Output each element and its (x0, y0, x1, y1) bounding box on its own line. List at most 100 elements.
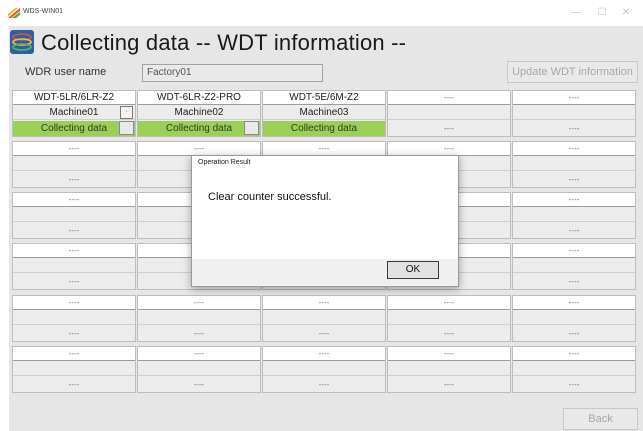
wdt-cell[interactable]: ---- ---- (12, 192, 136, 239)
status-label: ---- (193, 380, 205, 389)
status-label: ---- (568, 329, 580, 338)
status-label: ---- (568, 175, 580, 184)
wdt-model-label: ---- (138, 296, 260, 310)
status-label: ---- (68, 277, 80, 286)
wdt-cell[interactable]: ---- ---- (512, 192, 636, 239)
wdt-cell[interactable]: ---- ---- (512, 243, 636, 290)
status-label: ---- (568, 277, 580, 286)
status-label: ---- (68, 175, 80, 184)
wdt-model-label: ---- (13, 142, 135, 156)
app-icon (8, 8, 20, 18)
status-badge: Collecting data (13, 121, 135, 136)
wdt-cell[interactable]: ---- ---- (512, 90, 636, 137)
wdt-model-label: ---- (263, 296, 385, 310)
operation-result-dialog: Operation Result Clear counter successfu… (191, 155, 459, 287)
status-label: ---- (568, 124, 580, 133)
user-name-field[interactable]: Factory01 (142, 64, 323, 82)
machine-name-label (388, 106, 510, 120)
machine-name-label (513, 362, 635, 376)
back-button[interactable]: Back (563, 408, 638, 430)
wdt-model-label: ---- (513, 296, 635, 310)
wdt-cell[interactable]: ---- ---- (387, 295, 511, 342)
machine-name-label (388, 362, 510, 376)
wdt-model-label: ---- (13, 244, 135, 258)
status-label: ---- (443, 329, 455, 338)
status-action-button[interactable] (244, 121, 259, 135)
wdt-cell[interactable]: ---- ---- (137, 295, 261, 342)
wdt-model-label: WDT-5E/6M-Z2 (263, 91, 385, 105)
wdt-cell[interactable]: ---- ---- (12, 243, 136, 290)
status-label: ---- (318, 380, 330, 389)
wdt-model-label: ---- (138, 142, 260, 156)
wdt-model-label: ---- (388, 91, 510, 105)
wdt-logo-icon (10, 30, 34, 54)
machine-name-label (263, 311, 385, 325)
machine-edit-button[interactable]: · (120, 106, 133, 119)
machine-name-label (513, 259, 635, 273)
wdt-cell[interactable]: ---- ---- (512, 346, 636, 393)
wdt-model-label: WDT-6LR-Z2-PRO (138, 91, 260, 105)
machine-name-label (13, 259, 135, 273)
user-name-label: WDR user name (25, 66, 107, 78)
wdt-model-label: ---- (388, 142, 510, 156)
status-action-button[interactable] (119, 121, 134, 135)
machine-name-label (138, 362, 260, 376)
close-button[interactable]: ✕ (616, 5, 636, 21)
status-label: ---- (68, 329, 80, 338)
machine-name-label (13, 311, 135, 325)
machine-name-label: Machine01 (13, 106, 135, 120)
wdt-cell[interactable]: ---- ---- (12, 346, 136, 393)
wdt-model-label: ---- (138, 347, 260, 361)
wdt-model-label: ---- (13, 347, 135, 361)
wdt-cell[interactable]: WDT-5E/6M-Z2 Machine03 Collecting data (262, 90, 386, 137)
wdt-cell[interactable]: ---- ---- (387, 346, 511, 393)
wdt-cell[interactable]: ---- ---- (387, 90, 511, 137)
wdt-cell[interactable]: ---- ---- (137, 346, 261, 393)
wdt-cell[interactable]: ---- ---- (262, 346, 386, 393)
status-label: ---- (68, 226, 80, 235)
wdt-model-label: WDT-5LR/6LR-Z2 (13, 91, 135, 105)
wdt-cell[interactable]: WDT-6LR-Z2-PRO Machine02 Collecting data (137, 90, 261, 137)
machine-name-label (513, 106, 635, 120)
wdt-model-label: ---- (13, 193, 135, 207)
wdt-model-label: ---- (263, 142, 385, 156)
minimize-button[interactable]: — (566, 5, 586, 21)
machine-name-label (513, 208, 635, 222)
wdt-model-label: ---- (513, 91, 635, 105)
machine-name-label (13, 208, 135, 222)
page-title: Collecting data -- WDT information -- (41, 30, 407, 55)
maximize-button[interactable]: ☐ (592, 5, 612, 21)
status-label: ---- (68, 380, 80, 389)
update-wdt-information-button[interactable]: Update WDT information (507, 61, 638, 83)
status-badge: Collecting data (263, 121, 385, 136)
wdt-cell[interactable]: ---- ---- (12, 141, 136, 188)
machine-name-label: Machine02 (138, 106, 260, 120)
wdt-model-label: ---- (263, 347, 385, 361)
wdt-model-label: ---- (513, 142, 635, 156)
wdt-model-label: ---- (513, 244, 635, 258)
window-title: WDS-WIN01 (23, 8, 64, 15)
status-label: ---- (568, 380, 580, 389)
wdt-model-label: ---- (13, 296, 135, 310)
ok-button[interactable]: OK (387, 261, 439, 279)
machine-name-label (388, 311, 510, 325)
status-label: ---- (443, 124, 455, 133)
wdt-cell[interactable]: ---- ---- (512, 295, 636, 342)
wdt-cell[interactable]: ---- ---- (512, 141, 636, 188)
machine-name-label: Machine03 (263, 106, 385, 120)
wdt-cell[interactable]: WDT-5LR/6LR-Z2 Machine01 · Collecting da… (12, 90, 136, 137)
wdt-model-label: ---- (388, 347, 510, 361)
machine-name-label (263, 362, 385, 376)
machine-name-label (513, 311, 635, 325)
machine-name-label (13, 157, 135, 171)
status-label: ---- (318, 329, 330, 338)
wdt-model-label: ---- (513, 193, 635, 207)
status-label: ---- (193, 329, 205, 338)
machine-name-label (138, 311, 260, 325)
wdt-cell[interactable]: ---- ---- (262, 295, 386, 342)
wdt-model-label: ---- (388, 296, 510, 310)
wdt-cell[interactable]: ---- ---- (12, 295, 136, 342)
dialog-message: Clear counter successful. (208, 191, 332, 203)
status-badge: Collecting data (138, 121, 260, 136)
wdt-model-label: ---- (513, 347, 635, 361)
